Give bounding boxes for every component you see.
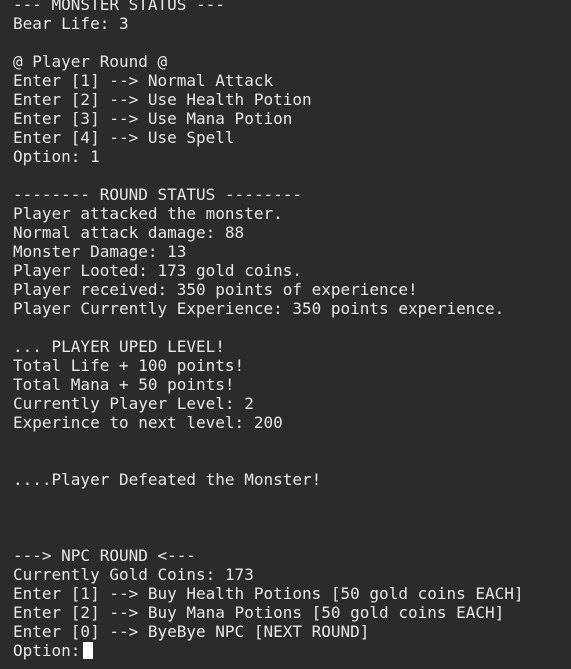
- terminal-line: Total Life + 100 points!: [13, 356, 245, 375]
- terminal-line: Player received: 350 points of experienc…: [13, 280, 418, 299]
- terminal-line: Player Currently Experience: 350 points …: [13, 299, 505, 318]
- text-cursor[interactable]: [83, 642, 94, 659]
- terminal-line: -------- ROUND STATUS --------: [13, 185, 302, 204]
- terminal-line: Enter [0] --> ByeBye NPC [NEXT ROUND]: [13, 622, 370, 641]
- terminal-line: Player Looted: 173 gold coins.: [13, 261, 302, 280]
- terminal-line: Enter [1] --> Normal Attack: [13, 71, 274, 90]
- terminal-line: ....Player Defeated the Monster!: [13, 470, 322, 489]
- terminal-line: Enter [4] --> Use Spell: [13, 128, 235, 147]
- terminal-line: ---> NPC ROUND <---: [13, 546, 197, 565]
- terminal-line: Currently Gold Coins: 173: [13, 565, 254, 584]
- terminal-output: --- MONSTER STATUS --- Bear Life: 3 @ Play…: [13, 0, 571, 641]
- terminal-line: Player attacked the monster.: [13, 204, 283, 223]
- terminal-line: Option: 1: [13, 147, 100, 166]
- terminal-line: Bear Life: 3: [13, 14, 129, 33]
- terminal-line: Total Mana + 50 points!: [13, 375, 235, 394]
- terminal-window[interactable]: --- MONSTER STATUS --- Bear Life: 3 @ Play…: [0, 0, 571, 664]
- input-prompt-line[interactable]: Option:: [13, 641, 571, 660]
- terminal-line: Currently Player Level: 2: [13, 394, 254, 413]
- terminal-line: Monster Damage: 13: [13, 242, 187, 261]
- terminal-line: @ Player Round @: [13, 52, 168, 71]
- terminal-line: ... PLAYER UPED LEVEL!: [13, 337, 225, 356]
- terminal-line: Enter [2] --> Use Health Potion: [13, 90, 312, 109]
- terminal-line: Enter [3] --> Use Mana Potion: [13, 109, 293, 128]
- terminal-line: Enter [1] --> Buy Health Potions [50 gol…: [13, 584, 524, 603]
- terminal-line: Enter [2] --> Buy Mana Potions [50 gold …: [13, 603, 505, 622]
- terminal-line: --- MONSTER STATUS ---: [13, 0, 225, 14]
- terminal-line: Normal attack damage: 88: [13, 223, 245, 242]
- prompt-label: Option:: [13, 641, 81, 660]
- terminal-line: Experince to next level: 200: [13, 413, 283, 432]
